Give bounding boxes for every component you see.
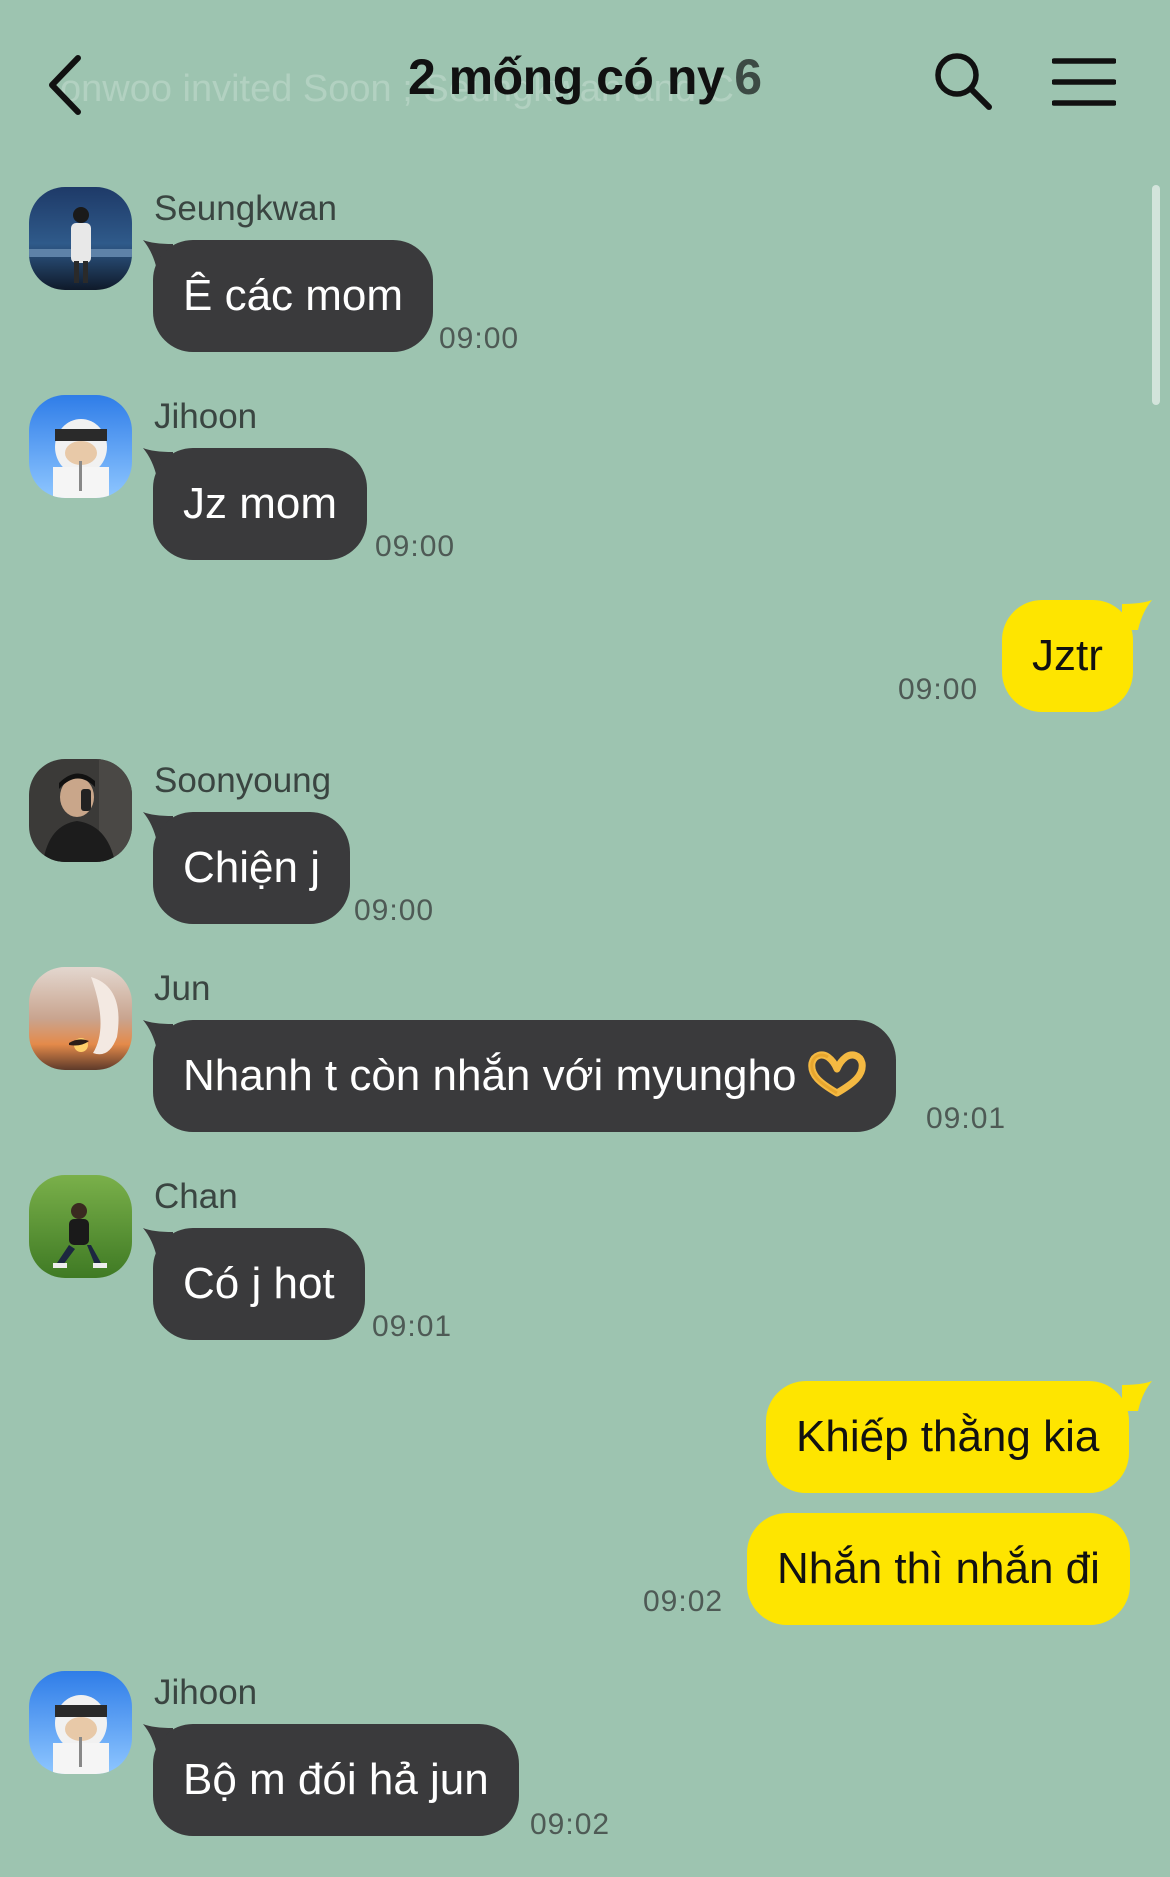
sender-name: Jihoon bbox=[154, 397, 258, 436]
message-bubble[interactable]: Nhanh t còn nhắn với myungho bbox=[153, 1020, 897, 1132]
sender-name: Jihoon bbox=[154, 1673, 258, 1712]
hamburger-menu-icon bbox=[1051, 58, 1117, 106]
message-time: 09:00 bbox=[375, 530, 456, 563]
message-bubble[interactable]: Jz mom bbox=[153, 448, 367, 560]
message-bubble[interactable]: Chiện j bbox=[153, 812, 350, 924]
chevron-left-icon bbox=[49, 55, 81, 115]
heart-hands-emoji bbox=[808, 1051, 867, 1097]
avatar-photo bbox=[29, 187, 132, 290]
message-bubble[interactable]: Jztr bbox=[1002, 600, 1133, 712]
message-time: 09:02 bbox=[530, 1808, 611, 1841]
message-time: 09:00 bbox=[439, 322, 520, 355]
avatar-photo bbox=[29, 1671, 132, 1774]
message-text: Có j hot bbox=[183, 1259, 335, 1308]
message-text: Khiếp thằng kia bbox=[796, 1412, 1100, 1461]
avatar-photo bbox=[29, 395, 132, 498]
menu-button[interactable] bbox=[1051, 56, 1117, 108]
avatar-photo bbox=[29, 1175, 132, 1278]
message-time: 09:00 bbox=[898, 673, 979, 706]
invite-notice-ticker: onwoo invited Soon ; Seungkwan and C bbox=[60, 68, 734, 110]
search-button[interactable] bbox=[932, 50, 994, 112]
avatar[interactable] bbox=[29, 395, 132, 498]
avatar[interactable] bbox=[29, 967, 132, 1070]
message-text: Nhắn thì nhắn đi bbox=[777, 1544, 1100, 1593]
scrollbar[interactable] bbox=[1152, 185, 1160, 405]
sender-name: Chan bbox=[154, 1177, 238, 1216]
chat-title-wrap: 2 mống có ny 6 bbox=[0, 48, 1170, 106]
message-time: 09:01 bbox=[926, 1102, 1007, 1135]
member-count: 6 bbox=[734, 49, 763, 105]
avatar[interactable] bbox=[29, 1671, 132, 1774]
sender-name: Seungkwan bbox=[154, 189, 337, 228]
sender-name: Soonyoung bbox=[154, 761, 332, 800]
message-text: Jz mom bbox=[183, 479, 337, 528]
chat-title[interactable]: 2 mống có ny bbox=[408, 49, 725, 105]
message-text: Ê các mom bbox=[183, 271, 404, 320]
avatar-photo bbox=[29, 967, 132, 1070]
message-bubble[interactable]: Ê các mom bbox=[153, 240, 434, 352]
message-time: 09:01 bbox=[372, 1310, 453, 1343]
chat-header: onwoo invited Soon ; Seungkwan and C 2 m… bbox=[0, 0, 1170, 160]
chat-screen: onwoo invited Soon ; Seungkwan and C 2 m… bbox=[0, 0, 1170, 1877]
sender-name: Jun bbox=[154, 969, 211, 1008]
message-text: Chiện j bbox=[183, 843, 320, 892]
message-time: 09:02 bbox=[643, 1585, 724, 1618]
avatar[interactable] bbox=[29, 759, 132, 862]
back-button[interactable] bbox=[40, 50, 100, 120]
message-text: Nhanh t còn nhắn với myungho bbox=[183, 1051, 797, 1100]
message-text: Bộ m đói hả jun bbox=[183, 1755, 489, 1804]
avatar[interactable] bbox=[29, 1175, 132, 1278]
message-bubble[interactable]: Nhắn thì nhắn đi bbox=[747, 1513, 1130, 1625]
avatar[interactable] bbox=[29, 187, 132, 290]
message-bubble[interactable]: Khiếp thằng kia bbox=[766, 1381, 1130, 1493]
message-text: Jztr bbox=[1032, 631, 1103, 680]
message-time: 09:00 bbox=[354, 894, 435, 927]
avatar-photo bbox=[29, 759, 132, 862]
message-bubble[interactable]: Bộ m đói hả jun bbox=[153, 1724, 519, 1836]
search-icon bbox=[935, 53, 992, 110]
message-bubble[interactable]: Có j hot bbox=[153, 1228, 365, 1340]
